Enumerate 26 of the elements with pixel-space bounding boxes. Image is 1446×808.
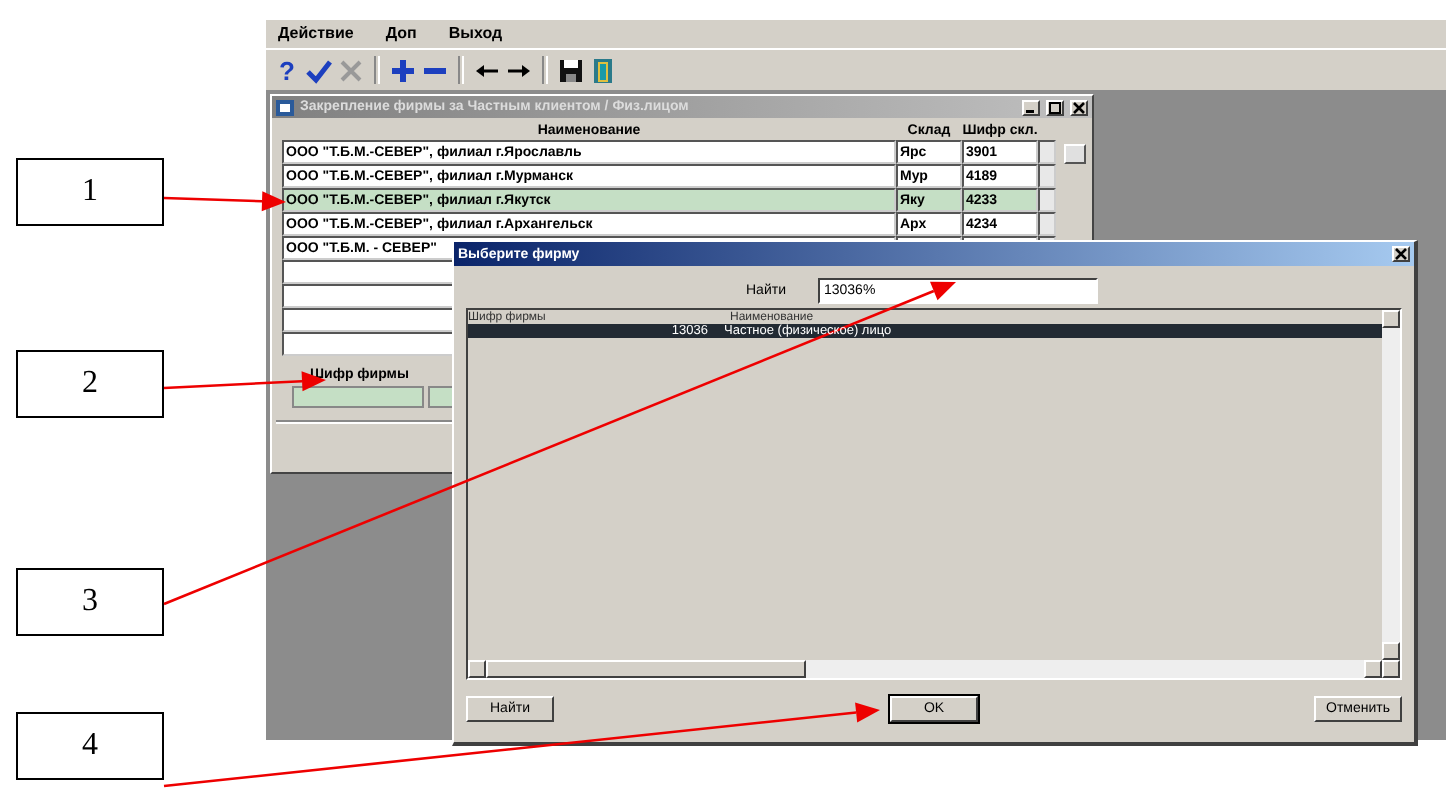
close-button[interactable]: [1070, 99, 1088, 115]
scroll-button[interactable]: [1064, 144, 1086, 164]
callout-number: 4: [16, 712, 164, 780]
save-icon[interactable]: [558, 57, 584, 83]
horizontal-scrollbar[interactable]: [468, 660, 1400, 678]
table-cell: [1038, 164, 1056, 188]
input-field[interactable]: [292, 386, 424, 408]
menu-item[interactable]: Действие: [278, 24, 354, 44]
table-cell: [1038, 140, 1056, 164]
vertical-scrollbar[interactable]: [1382, 310, 1400, 660]
table-cell: [1038, 212, 1056, 236]
maximize-button[interactable]: [1046, 99, 1064, 115]
plus-icon[interactable]: [390, 57, 416, 83]
minimize-button[interactable]: [1022, 99, 1040, 115]
close-button[interactable]: [1392, 246, 1410, 262]
app-icon: [276, 99, 294, 115]
check-icon[interactable]: [306, 57, 332, 83]
menu-item[interactable]: Доп: [385, 24, 417, 44]
callout-number: 2: [16, 350, 164, 418]
callout-number: 1: [16, 158, 164, 226]
table-cell: [1038, 188, 1056, 212]
help-icon[interactable]: ?: [274, 57, 300, 83]
callout-number: 3: [16, 568, 164, 636]
menu-item[interactable]: Выход: [448, 24, 503, 44]
maximize-icon: [1048, 101, 1062, 113]
callout-arrow: [163, 191, 286, 212]
